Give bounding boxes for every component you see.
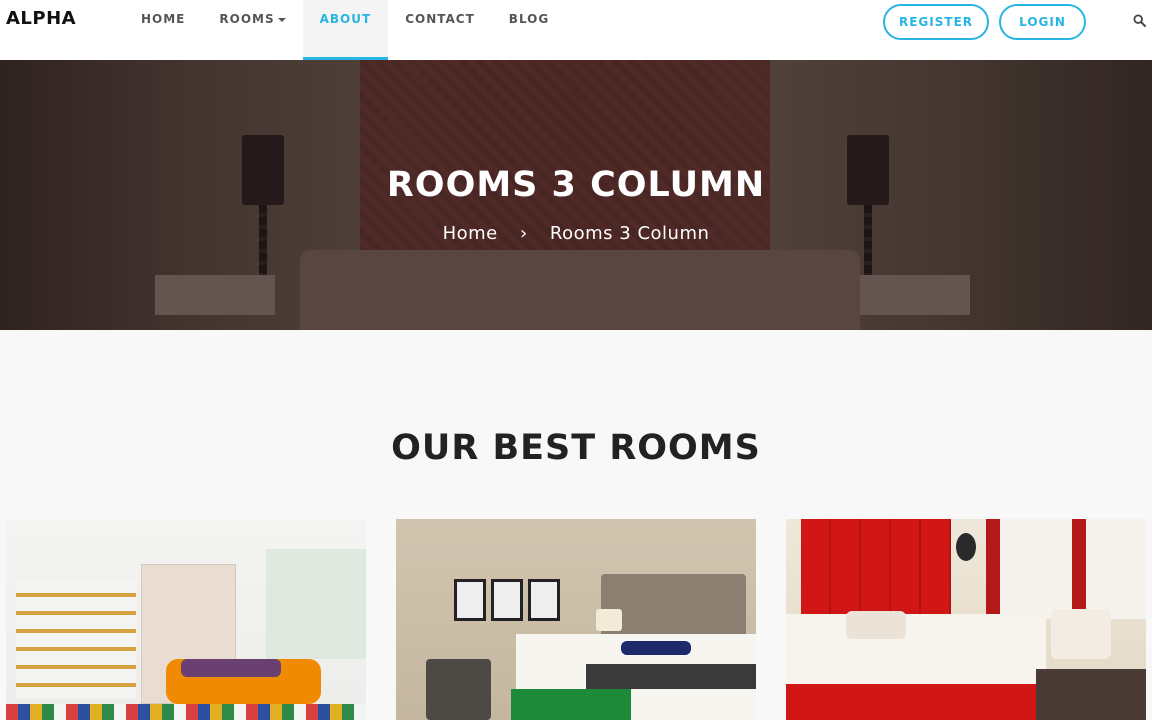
room-1-cushion [181, 659, 281, 677]
room-2-lamp [596, 609, 622, 631]
nav-blog-label: BLOG [508, 12, 550, 26]
nav-home[interactable]: HOME [124, 0, 202, 60]
room-card-3[interactable] [786, 519, 1146, 720]
page-hero-banner: ROOMS 3 COLUMN Home › Rooms 3 Column [0, 60, 1152, 330]
room-card-1[interactable] [6, 519, 366, 720]
room-3-bed [786, 614, 1046, 694]
room-2-chair [426, 659, 491, 720]
caret-down-icon [277, 18, 286, 22]
site-logo[interactable]: ALPHA [6, 8, 76, 29]
room-1-rug [6, 704, 366, 720]
nav-rooms[interactable]: ROOMS [202, 0, 302, 60]
nav-rooms-label: ROOMS [219, 12, 275, 26]
room-2-frame-1 [454, 579, 486, 621]
nav-about-label: ABOUT [319, 12, 372, 26]
section-title: OUR BEST ROOMS [391, 428, 761, 468]
nav-contact-label: CONTACT [405, 12, 475, 26]
nav-contact[interactable]: CONTACT [388, 0, 492, 60]
site-header: ALPHA HOME ROOMS ABOUT CONTACT BLOG REGI… [0, 0, 1152, 60]
breadcrumb-home-link[interactable]: Home [443, 223, 498, 244]
room-2-frame-2 [491, 579, 523, 621]
room-2-bolster [621, 641, 691, 655]
room-2-throw [586, 664, 756, 689]
breadcrumb: Home › Rooms 3 Column [0, 223, 1152, 244]
login-button[interactable]: LOGIN [999, 4, 1086, 40]
room-1-window [266, 549, 366, 659]
nav-home-label: HOME [141, 12, 186, 26]
nav-about[interactable]: ABOUT [302, 0, 389, 60]
main-nav: HOME ROOMS ABOUT CONTACT BLOG [124, 0, 566, 60]
breadcrumb-current: Rooms 3 Column [549, 223, 710, 244]
room-3-armchair [1051, 609, 1111, 659]
room-3-carpet [1036, 669, 1146, 720]
room-2-frame-3 [528, 579, 560, 621]
room-3-window-curtains [986, 519, 1146, 619]
nav-blog[interactable]: BLOG [492, 0, 566, 60]
room-2-bench [511, 689, 631, 720]
page-title: ROOMS 3 COLUMN [386, 165, 766, 205]
breadcrumb-separator-icon: › [519, 223, 528, 244]
register-button[interactable]: REGISTER [883, 4, 989, 40]
room-3-bed-frame [786, 684, 1046, 720]
search-icon[interactable] [1133, 14, 1146, 27]
room-3-mirror [956, 533, 976, 561]
room-1-shelves [16, 579, 136, 699]
room-3-pillow [846, 611, 906, 639]
room-card-2[interactable] [396, 519, 756, 720]
